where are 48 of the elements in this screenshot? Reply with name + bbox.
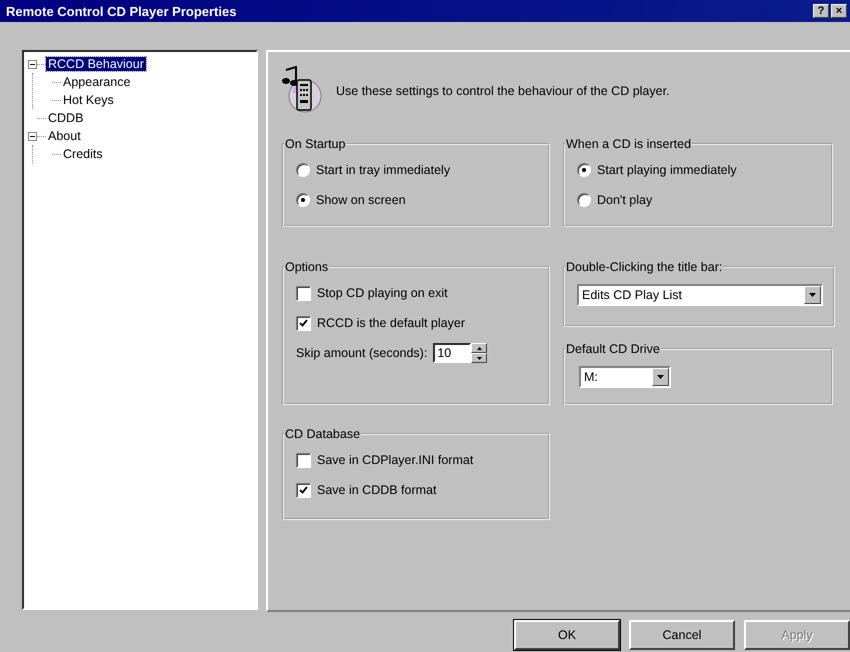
radio-button[interactable] [296, 163, 310, 177]
checkbox-label[interactable]: Stop CD playing on exit [317, 286, 448, 300]
group-title: CD Database [284, 427, 362, 441]
group-title: On Startup [284, 137, 346, 151]
collapse-icon[interactable] [28, 60, 37, 68]
checkbox[interactable] [296, 452, 311, 468]
radio-label[interactable]: Start in tray immediately [316, 163, 450, 177]
group-title: Default CD Drive [565, 342, 661, 356]
spin-down-button[interactable] [471, 353, 488, 363]
tree-item[interactable]: About [46, 129, 83, 143]
radio-label[interactable]: Start playing immediately [597, 163, 737, 177]
up-arrow-icon [476, 346, 482, 350]
checkbox[interactable] [296, 482, 311, 498]
close-button[interactable]: × [831, 4, 847, 18]
tree-item[interactable]: Credits [61, 147, 105, 161]
description-text: Use these settings to control the behaviour of the CD player. [336, 84, 670, 98]
field-label: Skip amount (seconds): [296, 346, 428, 360]
group-title: Options [284, 260, 330, 274]
radio-label[interactable]: Don't play [597, 193, 652, 207]
number-field[interactable]: 10 [433, 343, 472, 363]
tree-item[interactable]: CDDB [46, 111, 86, 125]
checkbox-label[interactable]: Save in CDPlayer.INI format [317, 453, 474, 467]
group-title: When a CD is inserted [565, 137, 692, 151]
tree-view[interactable]: RCCD Behaviour Appearance Hot Keys CDDB About Credits [22, 50, 258, 610]
cd-remote-icon [282, 66, 322, 114]
tree-item[interactable]: RCCD Behaviour [46, 57, 146, 71]
dropdown[interactable]: Edits CD Play List [577, 284, 823, 306]
tree-item[interactable]: Appearance [61, 75, 132, 89]
dialog-button[interactable]: Cancel [629, 620, 735, 650]
spin-up-button[interactable] [471, 343, 488, 353]
group-title: Double-Clicking the title bar: [565, 260, 724, 274]
dropdown[interactable]: M: [579, 366, 671, 388]
checkmark-icon [299, 486, 308, 494]
help-button[interactable]: ? [813, 4, 829, 18]
dialog-button[interactable]: OK [514, 620, 620, 650]
checkbox[interactable] [296, 286, 311, 300]
window-title: Remote Control CD Player Properties [6, 4, 238, 18]
checkbox[interactable] [296, 316, 311, 330]
checkbox-label[interactable]: Save in CDDB format [317, 483, 436, 497]
radio-button[interactable] [577, 193, 591, 207]
collapse-icon[interactable] [28, 132, 37, 140]
radio-button[interactable] [577, 163, 591, 177]
radio-label[interactable]: Show on screen [316, 193, 406, 207]
tree-item[interactable]: Hot Keys [61, 93, 116, 107]
checkbox-label[interactable]: RCCD is the default player [317, 316, 465, 330]
down-arrow-icon [476, 356, 482, 360]
radio-button[interactable] [296, 193, 310, 207]
checkmark-icon [299, 319, 308, 327]
